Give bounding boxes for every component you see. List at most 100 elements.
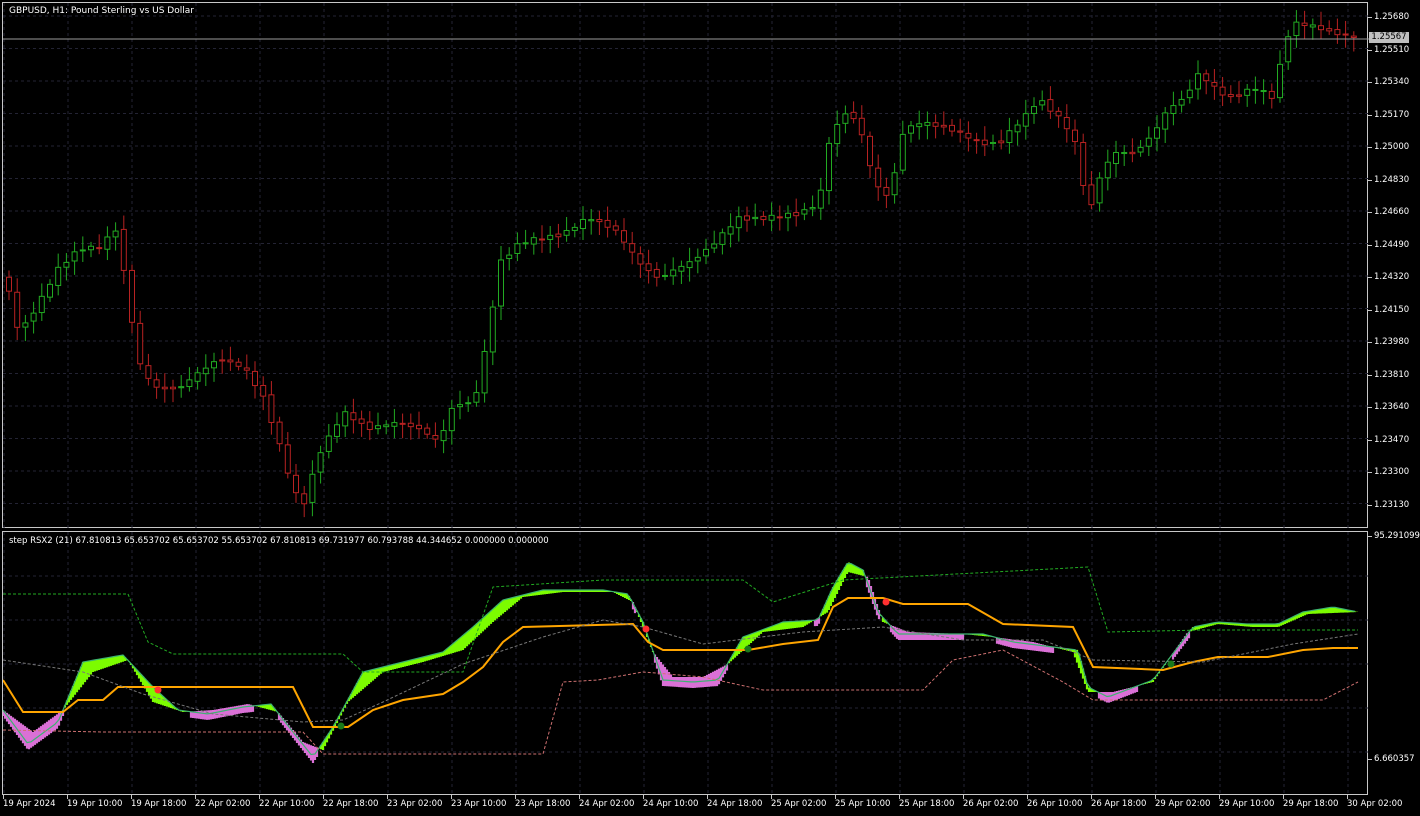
candle-body (580, 218, 586, 230)
current-price-label: 1.25567 (1369, 32, 1409, 43)
candle-body (1326, 28, 1333, 32)
candle-body (1088, 184, 1095, 206)
candle-body (899, 133, 906, 171)
candle-body (949, 124, 955, 132)
candle-body (120, 228, 127, 271)
price-axis: 1.25680 1.25510 1.25340 1.25170 1.25000 1.248… (1367, 2, 1420, 528)
step-level-line (3, 597, 1358, 728)
candle-body (38, 295, 45, 314)
candle-body (137, 322, 144, 365)
candle-body (1104, 161, 1111, 179)
candle-body (129, 269, 135, 323)
candle-body (424, 427, 431, 435)
price-tick: 1.25170 (1367, 109, 1410, 120)
time-tick: 24 Apr 18:00 (707, 795, 763, 809)
candle-body (916, 123, 923, 128)
candle-body (752, 216, 759, 220)
time-tick: 29 Apr 10:00 (1219, 795, 1275, 809)
time-tick: 26 Apr 10:00 (1027, 795, 1083, 809)
candle-body (940, 124, 947, 128)
candle-body (178, 386, 185, 389)
time-tick: 26 Apr 18:00 (1091, 795, 1147, 809)
candle-body (563, 230, 570, 236)
candle-body (1006, 130, 1013, 143)
candle-body (842, 113, 849, 124)
candle-body (858, 117, 865, 136)
candle-body (604, 219, 611, 228)
candle-body (71, 251, 78, 262)
candle-body (63, 261, 70, 268)
candle-body (1162, 112, 1169, 130)
price-tick: 1.24150 (1367, 304, 1410, 315)
signal-dot (154, 686, 162, 694)
signal-dot (337, 722, 345, 730)
candle-body (293, 474, 299, 494)
time-tick: 22 Apr 02:00 (195, 795, 251, 809)
price-tick: 1.23810 (1367, 369, 1410, 380)
candle-body (350, 412, 357, 421)
candle-body (957, 130, 964, 133)
time-tick: 19 Apr 10:00 (67, 795, 123, 809)
candle-body (358, 418, 365, 424)
candle-body (670, 269, 677, 277)
candle-body (1244, 88, 1251, 96)
candle-body (366, 421, 373, 431)
candle-body (1170, 105, 1177, 114)
candle-body (235, 361, 242, 367)
candle-body (973, 139, 980, 142)
candle-body (55, 266, 62, 286)
candle-body (481, 351, 488, 394)
price-tick: 1.23130 (1367, 499, 1410, 510)
candles (6, 10, 1357, 518)
candle-body (448, 407, 455, 432)
candle-body (1252, 88, 1259, 91)
candle-body (662, 274, 668, 277)
candle-body (506, 254, 513, 260)
candle-body (637, 253, 644, 265)
candle-body (1293, 21, 1300, 37)
lower-level-line (3, 649, 1359, 755)
candle-body (1342, 33, 1349, 36)
candle-body (465, 402, 472, 405)
candle-body (153, 379, 160, 388)
time-tick: 22 Apr 10:00 (259, 795, 315, 809)
time-tick: 29 Apr 02:00 (1155, 795, 1211, 809)
candle-body (908, 125, 914, 134)
rsx-down-fill (3, 576, 1191, 763)
candle-body (612, 225, 619, 231)
candle-body (1285, 36, 1292, 63)
candle-body (711, 243, 718, 249)
candle-body (161, 386, 168, 390)
candle-body (1113, 152, 1119, 164)
time-tick: 25 Apr 18:00 (899, 795, 955, 809)
candle-body (309, 473, 316, 503)
candle-body (260, 384, 267, 397)
price-chart-pane[interactable]: GBPUSD, H1: Pound Sterling vs US Dollar (2, 2, 1369, 529)
candle-body (514, 243, 521, 254)
candle-body (47, 283, 53, 298)
candle-body (998, 140, 1005, 144)
candle-body (317, 452, 324, 473)
signal-dot (744, 645, 752, 653)
candle-body (785, 212, 791, 219)
candle-body (571, 226, 578, 231)
candle-body (227, 359, 234, 363)
indicator-axis: 95.291099 6.660357 (1368, 531, 1420, 795)
candle-body (768, 214, 775, 221)
candle-body (1014, 124, 1021, 133)
price-tick: 1.24660 (1367, 207, 1410, 217)
candle-body (145, 365, 152, 379)
candle-body (1145, 137, 1152, 147)
indicator-max-label: 95.291099 (1368, 531, 1420, 541)
price-tick: 1.24320 (1367, 272, 1410, 282)
candle-body (883, 186, 890, 196)
candle-body (686, 261, 693, 269)
rsx-indicator-chart (3, 532, 1369, 796)
indicator-pane[interactable]: step RSX2 (21) 67.810813 65.653702 65.65… (2, 531, 1369, 796)
candle-body (547, 234, 554, 240)
candle-body (1096, 177, 1103, 204)
candle-body (252, 370, 258, 387)
price-tick: 1.25510 (1367, 44, 1410, 55)
candle-body (1309, 24, 1316, 28)
candle-body (653, 268, 660, 278)
